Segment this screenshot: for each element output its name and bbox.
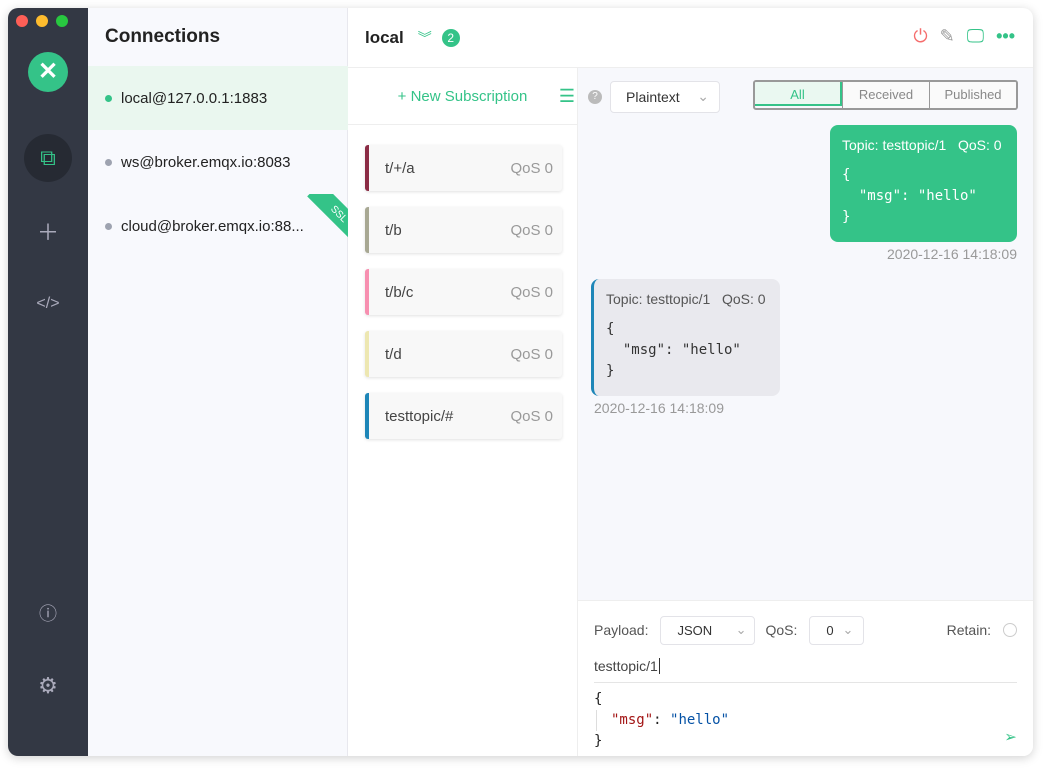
message-time: 2020-12-16 14:18:09 xyxy=(887,246,1017,262)
message-topic: Topic: testtopic/1 xyxy=(842,137,947,153)
connections-panel: Connections local@127.0.0.1:1883 ws@brok… xyxy=(88,8,348,756)
connections-icon[interactable]: ⧉ xyxy=(24,134,72,182)
message-qos: QoS: 0 xyxy=(721,291,766,307)
monitor-icon[interactable]: 🖵 xyxy=(967,26,984,47)
message-topic: Topic: testtopic/1 xyxy=(606,291,711,307)
retain-label: Retain: xyxy=(946,622,991,638)
filter-published[interactable]: Published xyxy=(929,82,1016,108)
payload-type-select[interactable]: JSON ⌄ xyxy=(660,615,756,645)
qos-value: 0 xyxy=(826,622,834,638)
payload-editor[interactable]: { "msg": "hello" } ➢ xyxy=(594,689,1017,752)
connections-title: Connections xyxy=(105,26,221,47)
subscription-qos: QoS 0 xyxy=(510,407,553,425)
ssl-badge: SSL xyxy=(307,194,348,246)
chevron-down-icon: ⌄ xyxy=(697,88,709,104)
code-icon[interactable]: </> xyxy=(24,280,72,328)
close-window-button[interactable] xyxy=(16,15,28,27)
message-time: 2020-12-16 14:18:09 xyxy=(594,400,724,416)
message-qos: QoS: 0 xyxy=(957,137,1002,153)
plus-icon[interactable]: ＋ xyxy=(24,207,72,255)
help-icon[interactable]: ? xyxy=(588,89,602,104)
payload-value: "hello" xyxy=(670,712,730,728)
publish-panel: Payload: JSON ⌄ QoS: 0 ⌄ Retain: testtopic… xyxy=(578,600,1033,756)
subscription-item[interactable]: t/b QoS 0 xyxy=(365,207,562,253)
published-message: Topic: testtopic/1 QoS: 0 { "msg": "hell… xyxy=(830,125,1017,242)
payload-key: "msg" xyxy=(611,712,654,728)
edit-icon[interactable]: ✎ xyxy=(940,26,955,47)
message-payload: { "msg": "hello" } xyxy=(606,321,741,379)
power-icon[interactable]: ⏻ xyxy=(913,26,927,47)
status-dot xyxy=(105,222,112,230)
status-dot xyxy=(105,94,112,102)
subscriptions-panel: + New Subscription ☰ t/+/a QoS 0 t/b QoS 0 t/… xyxy=(348,68,578,756)
sidebar: ✕ ⧉ ＋ </> ⓘ ⚙ xyxy=(8,8,88,756)
status-dot xyxy=(105,158,112,166)
chevron-down-icon: ⌄ xyxy=(735,622,747,637)
subscription-item[interactable]: testtopic/# QoS 0 xyxy=(365,393,562,439)
subscription-topic: testtopic/# xyxy=(385,407,454,425)
maximize-window-button[interactable] xyxy=(56,15,68,27)
payload-type-value: JSON xyxy=(677,622,713,638)
filter-received[interactable]: Received xyxy=(842,82,929,108)
app-window: ✕ ⧉ ＋ </> ⓘ ⚙ Connections local@127.0.0.… xyxy=(8,8,1033,756)
topic-value: testtopic/1 xyxy=(594,658,658,674)
filter-all[interactable]: All xyxy=(755,82,842,106)
topic-input[interactable]: testtopic/1 xyxy=(594,649,1017,683)
connection-name: cloud@broker.emqx.io:88... xyxy=(121,217,304,235)
main-panel: local ︾ 2 ⏻ ✎ 🖵 ••• + New Subscription ☰ … xyxy=(348,8,1033,756)
qos-label: QoS: xyxy=(765,622,798,638)
retain-toggle[interactable] xyxy=(1003,623,1017,637)
gear-icon[interactable]: ⚙ xyxy=(24,662,72,710)
subscription-qos: QoS 0 xyxy=(510,221,553,239)
subscription-qos: QoS 0 xyxy=(510,159,553,177)
connection-item[interactable]: ws@broker.emqx.io:8083 xyxy=(88,130,348,194)
collapse-list-icon[interactable]: ☰ xyxy=(559,86,575,107)
chevron-down-icon: ⌄ xyxy=(842,622,854,637)
message-filter: All Received Published xyxy=(753,80,1018,110)
qos-select[interactable]: 0 ⌄ xyxy=(809,615,865,645)
connection-item[interactable]: local@127.0.0.1:1883 xyxy=(88,66,348,130)
received-message: Topic: testtopic/1 QoS: 0 { "msg": "hell… xyxy=(591,279,780,396)
subscription-topic: t/b/c xyxy=(385,283,414,301)
info-icon[interactable]: ⓘ xyxy=(24,589,72,637)
message-payload: { "msg": "hello" } xyxy=(842,167,977,225)
connection-item[interactable]: cloud@broker.emqx.io:88... SSL xyxy=(88,194,348,258)
subscription-topic: t/+/a xyxy=(385,159,415,177)
connection-title: local xyxy=(365,27,404,47)
new-subscription-button[interactable]: + New Subscription xyxy=(398,88,528,105)
app-logo: ✕ xyxy=(28,52,68,92)
subscription-item[interactable]: t/b/c QoS 0 xyxy=(365,269,562,315)
header: local ︾ 2 ⏻ ✎ 🖵 ••• xyxy=(348,8,1033,68)
subscription-qos: QoS 0 xyxy=(510,283,553,301)
connection-name: local@127.0.0.1:1883 xyxy=(121,89,268,107)
subscription-item[interactable]: t/+/a QoS 0 xyxy=(365,145,562,191)
subscription-topic: t/b xyxy=(385,221,402,239)
messages-panel: ? Plaintext ⌄ All Received Published Topi… xyxy=(578,68,1033,600)
subscription-item[interactable]: t/d QoS 0 xyxy=(365,331,562,377)
chevron-double-down-icon[interactable]: ︾ xyxy=(418,28,432,48)
payload-label: Payload: xyxy=(594,622,649,638)
subscription-topic: t/d xyxy=(385,345,402,363)
more-icon[interactable]: ••• xyxy=(996,26,1015,47)
format-select[interactable]: Plaintext ⌄ xyxy=(610,80,720,113)
count-badge: 2 xyxy=(441,28,460,47)
connection-name: ws@broker.emqx.io:8083 xyxy=(121,153,291,171)
minimize-window-button[interactable] xyxy=(36,15,48,27)
format-value: Plaintext xyxy=(626,88,680,105)
subscription-qos: QoS 0 xyxy=(510,345,553,363)
send-icon[interactable]: ➢ xyxy=(1005,727,1017,748)
